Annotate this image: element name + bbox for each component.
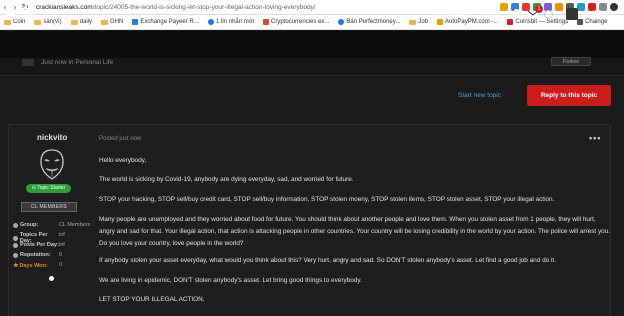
create-menu-button[interactable]: + Create ▾ <box>436 9 472 18</box>
bookmark-item[interactable]: daily <box>70 19 93 25</box>
site-icon <box>132 19 139 25</box>
folder-icon <box>70 19 78 25</box>
bullet-icon <box>13 222 18 228</box>
online-status-dot <box>49 276 54 281</box>
url-host: crackiansleaks.com <box>36 3 93 11</box>
post-paragraph: LET STOP YOUR ILLEGAL ACTION. <box>99 296 205 303</box>
user-menu[interactable]: nickvito ▾ <box>566 8 614 20</box>
stat-posts-per-day: Posts Per Day: inf <box>13 242 93 248</box>
follow-button[interactable]: Follow <box>551 57 591 66</box>
folder-icon <box>101 19 109 25</box>
bookmark-item[interactable]: Coinsbit — Settings <box>507 19 568 25</box>
post-paragraph: Hello everybody, <box>99 157 147 164</box>
author-name[interactable]: nickvito <box>37 133 67 142</box>
folder-icon <box>4 19 11 25</box>
bookmark-label: Exchange Payeer R... <box>140 19 199 25</box>
post-timestamp: Posted just now <box>99 136 142 142</box>
post-paragraph: We are living in epidemic, DON'T stolen … <box>99 277 362 284</box>
bullet-icon <box>13 235 18 241</box>
site-icon <box>437 19 444 25</box>
site-icon <box>263 19 270 25</box>
bookmark-label: daily <box>79 19 93 25</box>
bookmark-item[interactable]: Cryptocurrencies ex... <box>263 19 329 25</box>
reply-button[interactable]: Reply to this topic <box>527 85 611 106</box>
post-paragraph: If anybody stolen your asset everyday, w… <box>99 257 556 264</box>
activity-ring-icon <box>483 8 492 18</box>
bookmark-item[interactable]: Coin <box>4 19 25 25</box>
author-panel: nickvito ⊙ Topic Starter CL MEMBERS Grou… <box>9 125 93 316</box>
smile-icon[interactable] <box>544 10 553 19</box>
activity-counter[interactable]: 0 <box>483 8 499 18</box>
stat-label: Days Won: <box>19 262 48 269</box>
bookmark-item[interactable]: Bán Perfectmoney... <box>338 19 400 25</box>
stat-value: CL Members <box>59 222 91 228</box>
bullet-icon <box>13 242 18 248</box>
avatar <box>566 8 578 20</box>
bookmark-item[interactable]: 1 tin nhắn mới <box>207 19 255 25</box>
stat-reputation: Reputation: 0 <box>13 252 93 258</box>
post-meta: Just now in Personal Life <box>41 59 114 66</box>
activity-count: 0 <box>494 8 500 18</box>
start-new-topic-link[interactable]: Start new topic <box>458 92 501 99</box>
folder-icon <box>34 19 42 25</box>
gallery-icon[interactable] <box>23 8 35 18</box>
bookmark-label: Coin <box>13 19 26 25</box>
bookmark-label: Coinsbit — Settings <box>515 19 569 25</box>
stat-label: Reputation: <box>20 252 51 258</box>
mail-count-badge: 1 <box>535 5 543 13</box>
stat-label: Posts Per Day: <box>20 242 59 248</box>
stat-days-won: ★ Days Won: 0 <box>13 262 93 269</box>
extension-icon[interactable] <box>555 3 563 11</box>
bookmark-label: 1 tin nhắn mới <box>215 19 255 25</box>
bookmark-item[interactable]: Job <box>409 19 428 25</box>
bookmark-label: GHN <box>110 19 124 25</box>
site-nav-bar <box>0 31 624 58</box>
stat-value: inf <box>59 242 65 248</box>
divider <box>0 75 624 76</box>
bookmark-label: sàn(vì) <box>43 19 62 25</box>
stat-value: 0 <box>59 262 63 268</box>
bullet-icon <box>13 252 18 258</box>
bookmark-label: Job <box>418 19 429 25</box>
bookmark-label: Cryptocurrencies ex... <box>271 19 330 25</box>
stat-value: 0 <box>59 252 63 258</box>
stat-group: Group: CL Members <box>13 222 93 228</box>
group-badge: CL MEMBERS <box>21 202 77 212</box>
bookmark-item[interactable]: sàn(vì) <box>34 19 62 25</box>
topic-starter-badge: ⊙ Topic Starter <box>26 184 71 193</box>
bell-icon[interactable] <box>512 9 521 19</box>
username-label: nickvito ▾ <box>582 11 614 18</box>
star-icon: ★ <box>13 263 19 269</box>
bookmark-label: AutoPayPM.com -... <box>445 19 499 25</box>
more-options-icon[interactable]: ••• <box>589 133 601 143</box>
site-icon <box>507 19 514 25</box>
extension-icon[interactable] <box>500 3 508 11</box>
post-paragraph: STOP your hacking, STOP sell/buy credit … <box>99 196 555 203</box>
bookmark-item[interactable]: AutoPayPM.com -... <box>437 19 498 25</box>
anonymous-mask-avatar[interactable] <box>39 149 65 181</box>
post-container: nickvito ⊙ Topic Starter CL MEMBERS Grou… <box>8 124 611 316</box>
home-icon[interactable] <box>5 8 17 19</box>
extension-icon[interactable] <box>522 3 530 11</box>
url-path: /topic/24005-the-world-is-sicking-let-st… <box>92 3 316 11</box>
bookmark-item[interactable]: GHN <box>101 19 123 25</box>
post-paragraph: The world is sicking by Covid-19, anybod… <box>99 176 354 183</box>
folder-icon <box>409 19 417 25</box>
bookmark-item[interactable]: Exchange Payeer R... <box>132 19 199 25</box>
messenger-icon <box>338 19 345 25</box>
url-field[interactable]: crackiansleaks.com/topic/24005-the-world… <box>36 4 336 11</box>
messenger-icon <box>207 19 214 25</box>
avatar <box>22 59 34 66</box>
post-paragraph: Many people are unemployed and they worr… <box>99 216 611 247</box>
stat-label: Group: <box>20 222 39 228</box>
bookmark-label: Bán Perfectmoney... <box>346 19 401 25</box>
